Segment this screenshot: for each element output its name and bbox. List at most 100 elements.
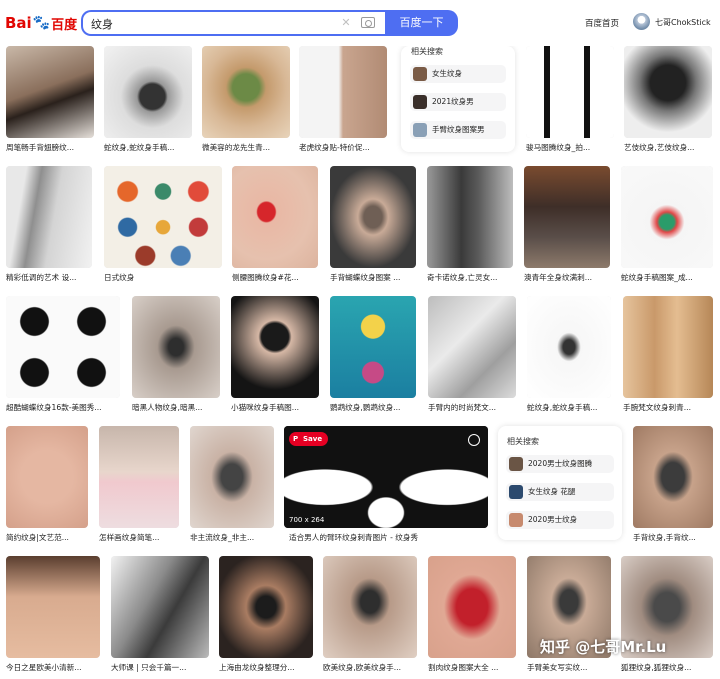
image-caption[interactable]: 简约纹身|文艺范... — [6, 532, 88, 543]
image-caption[interactable]: 艺伎纹身,艺伎纹身... — [624, 142, 712, 153]
image-caption[interactable]: 老虎纹身贴-特价促... — [299, 142, 387, 153]
image-caption[interactable]: 手背蝴蝶纹身图案 ... — [330, 272, 416, 283]
related-search-label: 女生纹身 — [432, 69, 462, 78]
image-tile[interactable] — [104, 166, 222, 268]
related-search-item[interactable]: 手臂纹身图案男 — [410, 121, 506, 139]
tattoo-image — [6, 296, 120, 398]
related-search-card: 相关搜索 女生纹身 2021纹身男 手臂纹身图案男 — [401, 46, 515, 152]
image-tile[interactable] — [330, 296, 416, 398]
related-search-item[interactable]: 女生纹身 花腿 — [506, 483, 614, 501]
image-tile[interactable] — [190, 426, 274, 528]
related-search-item[interactable]: 2021纹身男 — [410, 93, 506, 111]
image-caption[interactable]: 怎样画纹身简笔... — [99, 532, 179, 543]
image-tile[interactable] — [299, 46, 387, 138]
image-caption[interactable]: 暗黑人物纹身,暗黑... — [132, 402, 220, 413]
image-caption[interactable]: 小猫咪纹身手稿图... — [231, 402, 319, 413]
related-search-label: 女生纹身 花腿 — [528, 487, 576, 496]
search-button[interactable]: 百度一下 — [385, 10, 458, 36]
image-caption[interactable]: 割肉纹身图案大全 ... — [428, 662, 516, 673]
related-search-label: 手臂纹身图案男 — [432, 125, 485, 134]
tattoo-image — [427, 166, 513, 268]
related-thumb — [413, 95, 427, 109]
tattoo-image — [132, 296, 220, 398]
user-name[interactable]: 七哥ChokStick — [655, 17, 711, 28]
image-caption[interactable]: 超酷蝴蝶纹身16款-美图秀... — [6, 402, 120, 413]
image-caption[interactable]: 精彩低调的艺术 设... — [6, 272, 92, 283]
image-tile[interactable] — [104, 46, 192, 138]
image-tile[interactable] — [6, 426, 88, 528]
image-tile[interactable] — [219, 556, 313, 658]
image-tile[interactable] — [6, 296, 120, 398]
image-dimensions: 700 x 264 — [289, 516, 325, 524]
tattoo-image — [633, 426, 713, 528]
image-caption[interactable]: 手臂内的时尚梵文... — [428, 402, 516, 413]
image-tile[interactable] — [202, 46, 290, 138]
clear-icon[interactable]: ✕ — [339, 15, 353, 31]
related-thumb — [509, 513, 523, 527]
image-caption[interactable]: 鹦鹉纹身,鹦鹉纹身... — [330, 402, 416, 413]
image-tile[interactable] — [232, 166, 318, 268]
related-search-item[interactable]: 2020男士纹身 — [506, 511, 614, 529]
image-tile[interactable] — [526, 46, 614, 138]
image-tile[interactable] — [623, 296, 713, 398]
image-caption[interactable]: 日式纹身 — [104, 272, 222, 283]
image-tile[interactable] — [330, 166, 416, 268]
search-input[interactable] — [91, 15, 321, 33]
image-caption[interactable]: 狐狸纹身,狐狸纹身... — [621, 662, 713, 673]
image-tile[interactable] — [428, 296, 516, 398]
image-caption[interactable]: 欧美纹身,欧美纹身手... — [323, 662, 417, 673]
image-caption[interactable]: 澳青年全身纹满刺... — [524, 272, 610, 283]
image-caption[interactable]: 奇卡诺纹身,亡灵女... — [427, 272, 513, 283]
image-caption[interactable]: 微美容的龙先生青... — [202, 142, 290, 153]
image-caption[interactable]: 侧腰图腾纹身#花... — [232, 272, 318, 283]
image-caption[interactable]: 今日之星欧美小清新... — [6, 662, 100, 673]
image-caption[interactable]: 手背纹身,手背纹... — [633, 532, 713, 543]
image-caption[interactable]: 蛇纹身,蛇纹身手稿... — [104, 142, 192, 153]
image-caption[interactable]: 手腕梵文纹身刺青... — [623, 402, 713, 413]
related-search-item[interactable]: 2020男士纹身图腾 — [506, 455, 614, 473]
image-tile[interactable] — [524, 166, 610, 268]
tattoo-image — [330, 296, 416, 398]
image-tile[interactable] — [527, 296, 611, 398]
camera-icon[interactable] — [361, 17, 375, 28]
related-search-card: 相关搜索 2020男士纹身图腾 女生纹身 花腿 2020男士纹身 — [498, 426, 622, 540]
avatar[interactable] — [633, 13, 650, 30]
logo-text-bai: Bai — [5, 14, 32, 32]
related-search-label: 2021纹身男 — [432, 97, 474, 106]
top-bar: Bai 🐾 百度 ✕ 百度一下 百度首页 七哥ChokStick — [0, 0, 720, 46]
image-caption[interactable]: 骏马图腾纹身_拍... — [526, 142, 614, 153]
home-link[interactable]: 百度首页 — [585, 17, 619, 29]
image-tile[interactable] — [624, 46, 712, 138]
tattoo-image — [232, 166, 318, 268]
image-tile[interactable] — [99, 426, 179, 528]
image-caption[interactable]: 上海由龙纹身整理分... — [219, 662, 313, 673]
image-tile[interactable] — [427, 166, 513, 268]
related-search-item[interactable]: 女生纹身 — [410, 65, 506, 83]
image-caption[interactable]: 手臂美女写实纹... — [527, 662, 611, 673]
image-tile[interactable] — [6, 166, 92, 268]
save-button[interactable]: Save — [289, 432, 329, 446]
tattoo-image — [231, 296, 319, 398]
tattoo-image — [624, 46, 712, 138]
image-caption[interactable]: 蛇纹身,蛇纹身手稿... — [527, 402, 611, 413]
image-tile[interactable] — [323, 556, 417, 658]
image-tile[interactable] — [428, 556, 516, 658]
image-tile[interactable] — [231, 296, 319, 398]
image-caption[interactable]: 非主流纹身_非主... — [190, 532, 274, 543]
tattoo-image — [6, 426, 88, 528]
image-tile[interactable] — [6, 46, 94, 138]
image-tile[interactable] — [111, 556, 209, 658]
image-caption[interactable]: 大师课 | 只会千篇一... — [111, 662, 209, 673]
tattoo-image — [623, 296, 713, 398]
baidu-logo[interactable]: Bai 🐾 百度 — [5, 13, 77, 33]
image-caption[interactable]: 周笔畅手背翅膀纹... — [6, 142, 94, 153]
image-tile[interactable] — [6, 556, 100, 658]
image-caption[interactable]: 适合男人的臂环纹身刺青图片 - 纹身秀 — [289, 532, 488, 543]
search-box[interactable]: ✕ — [81, 10, 385, 36]
image-tile[interactable] — [633, 426, 713, 528]
image-tile[interactable] — [132, 296, 220, 398]
expand-icon[interactable] — [468, 434, 480, 446]
image-tile[interactable] — [621, 166, 713, 268]
image-caption[interactable]: 蛇纹身手稿图案_成... — [621, 272, 713, 283]
tattoo-image — [111, 556, 209, 658]
